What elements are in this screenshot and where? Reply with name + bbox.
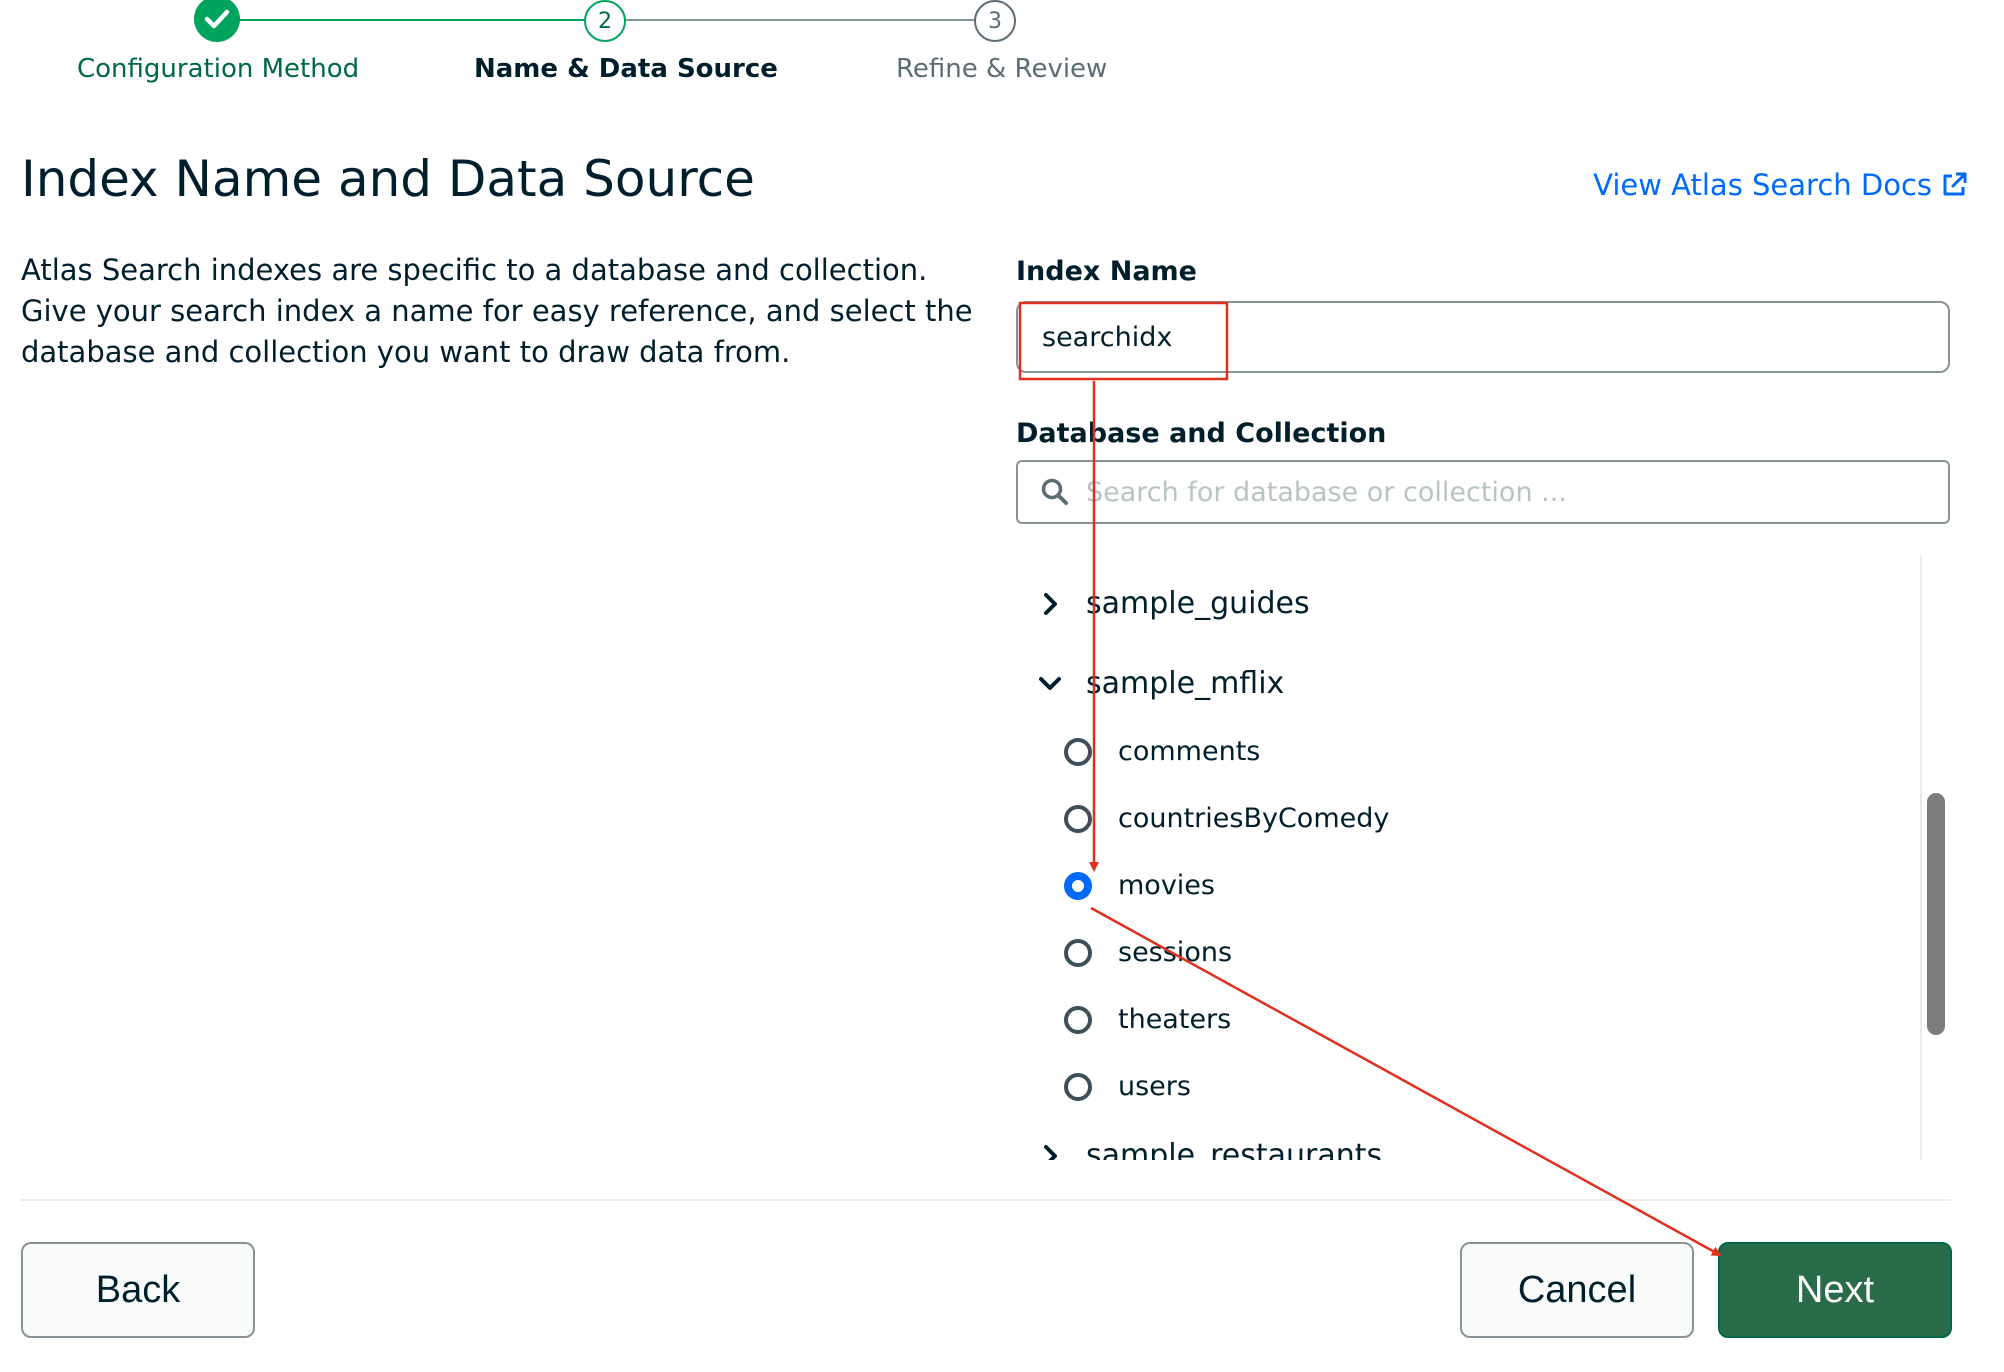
collection-item-sessions[interactable]: sessions [1064,937,1232,968]
collection-item-countriesbycomedy[interactable]: countriesByComedy [1064,803,1389,834]
view-docs-link[interactable]: View Atlas Search Docs [1593,168,1968,202]
step-2-label: Name & Data Source [474,54,778,84]
cancel-button[interactable]: Cancel [1460,1242,1694,1338]
step-2-number: 2 [598,8,612,34]
tree-db-label: sample_guides [1086,586,1310,621]
next-button[interactable]: Next [1718,1242,1952,1338]
step-2-indicator: 2 [584,0,626,42]
search-icon [1041,478,1068,505]
collection-item-users[interactable]: users [1064,1071,1191,1102]
search-placeholder: Search for database or collection ... [1086,476,1567,508]
tree-db-sample-mflix[interactable]: sample_mflix [1038,666,1284,701]
step-3-label: Refine & Review [896,54,1108,84]
step-connector-1 [236,19,584,21]
step-connector-2 [626,19,974,21]
collection-radio[interactable] [1064,804,1092,833]
collection-radio[interactable] [1064,1072,1092,1101]
collection-label: comments [1118,736,1261,767]
chevron-right-icon [1044,592,1057,615]
collection-radio[interactable] [1064,737,1092,766]
index-name-label: Index Name [1016,256,1197,287]
db-collection-search-input[interactable]: Search for database or collection ... [1016,460,1950,524]
check-icon [204,9,230,29]
collection-radio[interactable] [1064,938,1092,967]
chevron-right-icon [1044,1144,1057,1160]
collection-radio-selected[interactable] [1064,871,1092,900]
page-title: Index Name and Data Source [21,150,755,208]
collection-item-movies[interactable]: movies [1064,870,1215,901]
db-collection-tree: sample_guides sample_mflix comments coun… [1016,556,1951,1160]
chevron-down-icon [1039,676,1061,690]
back-button[interactable]: Back [21,1242,255,1338]
db-collection-label: Database and Collection [1016,418,1387,449]
index-name-input[interactable]: searchidx [1016,301,1950,373]
step-3-indicator: 3 [974,0,1016,42]
tree-db-sample-guides[interactable]: sample_guides [1038,586,1310,621]
tree-db-label: sample_restaurants [1086,1138,1383,1160]
collection-item-theaters[interactable]: theaters [1064,1004,1231,1035]
external-link-icon [1943,172,1967,196]
step-1-label: Configuration Method [77,54,360,84]
collection-label: countriesByComedy [1118,803,1390,834]
tree-scrollbar[interactable] [1927,793,1945,1035]
collection-label: sessions [1118,937,1233,968]
tree-db-label: sample_mflix [1086,666,1285,701]
index-name-value: searchidx [1042,321,1173,353]
collection-label: users [1118,1071,1191,1102]
page-description: Atlas Search indexes are specific to a d… [21,253,973,369]
step-1-complete-icon [194,0,240,42]
step-3-number: 3 [988,8,1002,34]
docs-link-label: View Atlas Search Docs [1593,168,1932,202]
collection-label: theaters [1118,1004,1232,1035]
footer-divider [21,1199,1951,1201]
tree-db-sample-restaurants[interactable]: sample_restaurants [1038,1138,1382,1160]
collection-item-comments[interactable]: comments [1064,736,1260,767]
collection-label: movies [1118,870,1215,901]
collection-radio[interactable] [1064,1005,1092,1034]
